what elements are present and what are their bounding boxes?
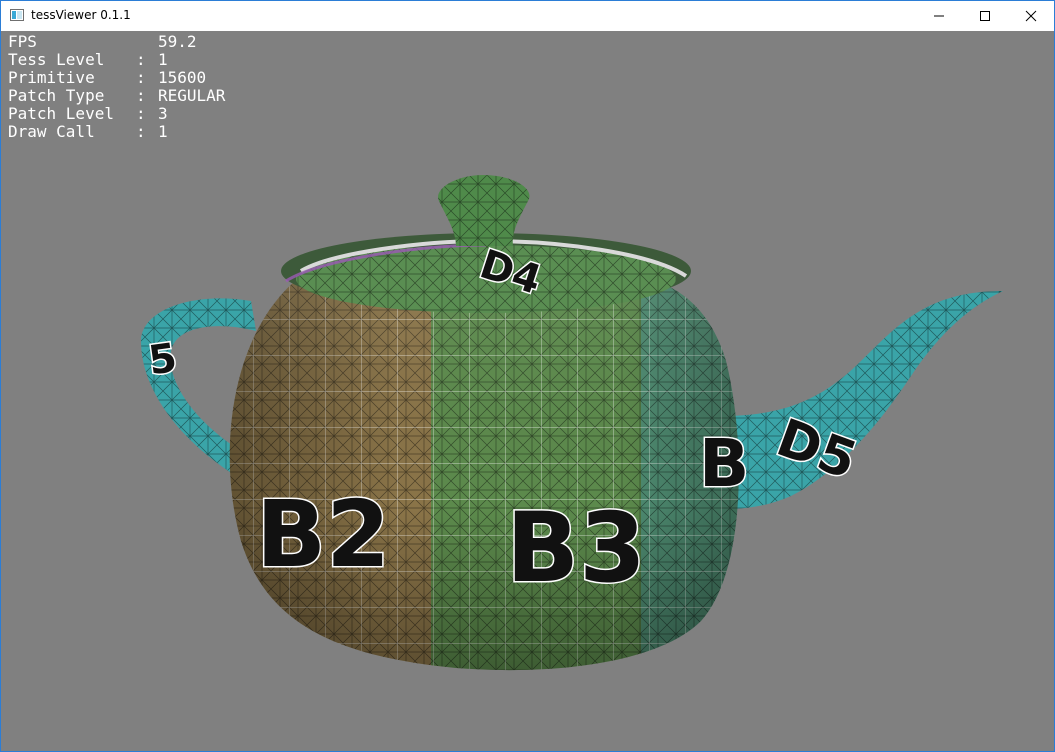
stat-value: 15600 xyxy=(158,68,207,87)
stat-value: REGULAR xyxy=(158,86,226,105)
stat-row: FPS 59.2 xyxy=(8,33,225,51)
stat-sep xyxy=(136,33,158,51)
stat-value: 1 xyxy=(158,50,168,69)
minimize-icon xyxy=(934,15,944,17)
teapot-spout: D5 xyxy=(721,291,1003,509)
app-icon[interactable] xyxy=(10,9,24,21)
stat-key: Patch Type xyxy=(8,86,105,105)
stat-row: Primitive:15600 xyxy=(8,69,225,87)
stats-overlay: FPS 59.2 Tess Level:1 Primitive:15600 Pat… xyxy=(8,33,225,141)
stat-key: Patch Level xyxy=(8,104,114,123)
teapot-body: B2 B3 B xyxy=(229,263,751,671)
close-button[interactable] xyxy=(1008,1,1054,31)
stat-row: Patch Level:3 xyxy=(8,105,225,123)
body-left-patch-label: B2 xyxy=(256,481,390,588)
handle-patch-label: 5 xyxy=(146,335,180,384)
body-right-patch-label: B xyxy=(699,425,749,502)
stat-sep: : xyxy=(136,68,146,87)
stat-sep: : xyxy=(136,104,146,123)
stat-value: 1 xyxy=(158,122,168,141)
stat-key: FPS xyxy=(8,32,37,51)
stat-sep: : xyxy=(136,86,146,105)
stat-sep: : xyxy=(136,122,146,141)
body-center-patch-label: B3 xyxy=(506,492,646,604)
maximize-button[interactable] xyxy=(962,1,1008,31)
stat-value: 59.2 xyxy=(158,32,197,51)
close-icon xyxy=(1025,10,1037,22)
stat-key: Primitive xyxy=(8,68,95,87)
stat-sep: : xyxy=(136,50,146,69)
app-window: tessViewer 0.1.1 5 D5 B2 B3 B D4 FPS 59.… xyxy=(0,0,1055,752)
stat-row: Draw Call:1 xyxy=(8,123,225,141)
stat-row: Patch Type: REGULAR xyxy=(8,87,225,105)
title-bar[interactable]: tessViewer 0.1.1 xyxy=(1,1,1054,31)
stat-row: Tess Level:1 xyxy=(8,51,225,69)
teapot-lid: D4 xyxy=(281,175,691,313)
minimize-button[interactable] xyxy=(916,1,962,31)
maximize-icon xyxy=(980,11,990,21)
stat-value: 3 xyxy=(158,104,168,123)
stat-key: Draw Call xyxy=(8,122,95,141)
render-viewport[interactable]: 5 D5 B2 B3 B D4 FPS 59.2 Tess Level: 1 … xyxy=(1,31,1054,751)
stat-key: Tess Level xyxy=(8,50,105,69)
window-title: tessViewer 0.1.1 xyxy=(31,8,131,22)
